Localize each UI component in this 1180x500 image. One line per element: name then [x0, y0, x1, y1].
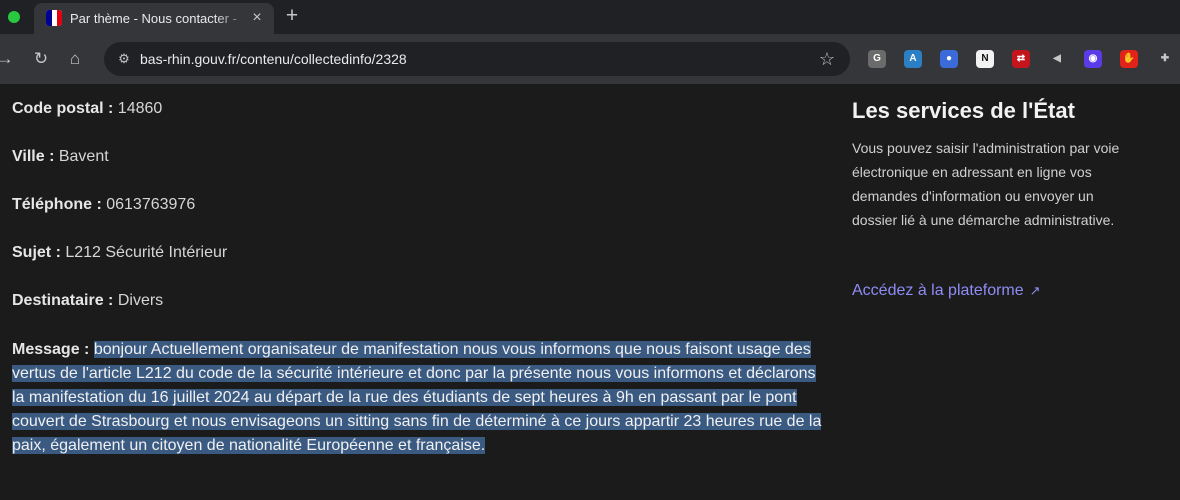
- sujet-value: L212 Sécurité Intérieur: [65, 244, 228, 261]
- sidebar-title: Les services de l'État: [852, 98, 1075, 123]
- hand-extension-icon[interactable]: ✋: [1120, 50, 1138, 68]
- destinataire-label: Destinataire :: [12, 292, 114, 309]
- message-text[interactable]: bonjour Actuellement organisateur de man…: [12, 341, 822, 454]
- destinataire-row: Destinataire : Divers: [12, 292, 163, 310]
- translate-extension-icon[interactable]: A: [904, 50, 922, 68]
- tab-strip: Par thème - Nous contacter - × +: [0, 0, 1180, 34]
- ville-value: Bavent: [58, 148, 109, 165]
- sidebar-description: Vous pouvez saisir l'administration par …: [852, 140, 1120, 228]
- face-extension-icon[interactable]: ◉: [1084, 50, 1102, 68]
- telephone-label: Téléphone :: [12, 196, 102, 213]
- site-info-icon[interactable]: ⚙: [114, 49, 134, 69]
- url-text[interactable]: bas-rhin.gouv.fr/contenu/collectedinfo/2…: [140, 51, 407, 67]
- home-icon[interactable]: ⌂: [64, 48, 86, 70]
- sujet-row: Sujet : L212 Sécurité Intérieur: [12, 244, 227, 262]
- red-arrow-extension-icon[interactable]: ⇄: [1012, 50, 1030, 68]
- tab-title: Par thème - Nous contacter -: [70, 11, 237, 26]
- code-postal-value: 14860: [117, 100, 163, 117]
- message-label: Message :: [12, 341, 90, 358]
- window-control-dot[interactable]: [8, 11, 20, 23]
- ville-label: Ville :: [12, 148, 55, 165]
- new-tab-icon[interactable]: +: [282, 5, 302, 27]
- telephone-value: 0613763976: [106, 196, 196, 213]
- bookmark-star-icon[interactable]: ☆: [816, 48, 838, 70]
- message-block: Message : bonjour Actuellement organisat…: [12, 338, 822, 458]
- marianne-favicon-icon: [46, 10, 62, 26]
- code-postal-label: Code postal :: [12, 100, 114, 117]
- ville-row: Ville : Bavent: [12, 148, 109, 166]
- telephone-row: Téléphone : 0613763976: [12, 196, 195, 214]
- g-extension-icon[interactable]: G: [868, 50, 886, 68]
- platform-link[interactable]: Accédez à la plateforme ↗: [852, 282, 1046, 300]
- colorful-extension-icon[interactable]: ●: [940, 50, 958, 68]
- puzzle-extension-icon[interactable]: ✚: [1156, 50, 1174, 68]
- close-icon[interactable]: ×: [248, 9, 266, 27]
- code-postal-row: Code postal : 14860: [12, 100, 162, 118]
- reload-icon[interactable]: ↻: [30, 48, 52, 70]
- sujet-label: Sujet :: [12, 244, 61, 261]
- notion-extension-icon[interactable]: N: [976, 50, 994, 68]
- speaker-extension-icon[interactable]: ◀: [1048, 50, 1066, 68]
- browser-toolbar: → ↻ ⌂ ⚙ bas-rhin.gouv.fr/contenu/collect…: [0, 34, 1180, 84]
- destinataire-value: Divers: [117, 292, 164, 309]
- forward-arrow-icon[interactable]: →: [0, 48, 16, 70]
- platform-link-label[interactable]: Accédez à la plateforme: [852, 282, 1024, 299]
- external-link-icon: ↗: [1029, 283, 1041, 298]
- browser-tab[interactable]: Par thème - Nous contacter - ×: [34, 3, 274, 34]
- address-bar[interactable]: ⚙ bas-rhin.gouv.fr/contenu/collectedinfo…: [104, 42, 850, 76]
